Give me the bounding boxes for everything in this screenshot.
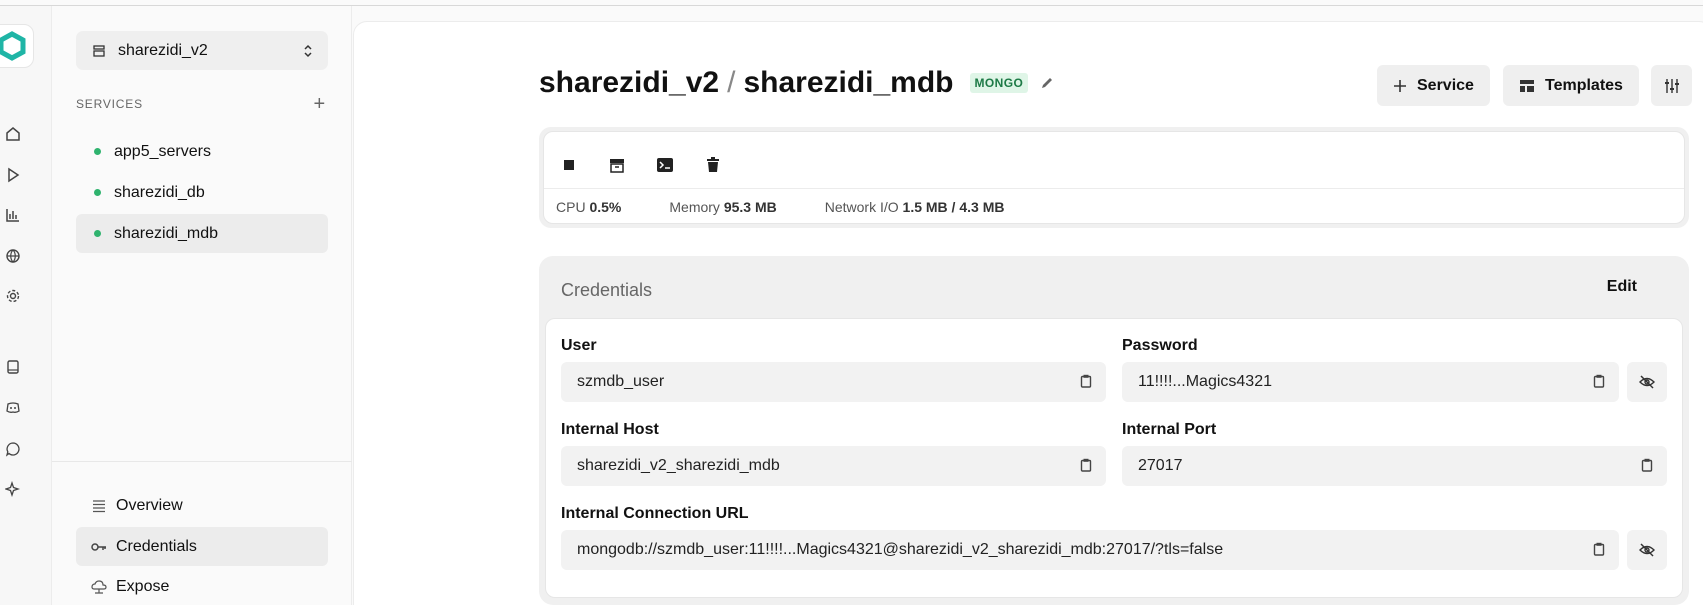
play-icon[interactable] — [2, 164, 24, 186]
sparkle-icon[interactable] — [2, 478, 24, 500]
chat-icon[interactable] — [2, 438, 24, 460]
internal-host-label: Internal Host — [561, 421, 659, 438]
service-type-badge: MONGO — [969, 73, 1029, 93]
discord-icon[interactable] — [2, 397, 24, 419]
nav-item-label: Expose — [116, 577, 170, 595]
nav-item-overview[interactable]: Overview — [76, 486, 328, 525]
services-heading-label: SERVICES — [76, 97, 143, 111]
templates-button[interactable]: Templates — [1503, 65, 1639, 106]
add-service-label: Service — [1417, 76, 1474, 94]
service-item-label: sharezidi_mdb — [114, 224, 219, 242]
breadcrumb-project[interactable]: sharezidi_v2 — [539, 66, 719, 99]
terminal-icon[interactable] — [654, 154, 676, 176]
network-value: 1.5 MB / 4.3 MB — [902, 199, 1005, 215]
toggle-password-visibility-button[interactable] — [1627, 362, 1667, 402]
service-item-sharezidi_mdb[interactable]: sharezidi_mdb — [76, 214, 328, 253]
internal-port-field[interactable]: 27017 — [1122, 446, 1667, 486]
service-item-label: app5_servers — [114, 142, 211, 160]
logo-icon — [0, 31, 26, 61]
eye-off-icon — [1639, 543, 1655, 557]
key-icon — [90, 541, 108, 553]
home-icon[interactable] — [2, 123, 24, 145]
password-value: 11!!!!...Magics4321 — [1138, 373, 1272, 390]
connection-url-value: mongodb://szmdb_user:11!!!!...Magics4321… — [577, 541, 1224, 558]
network-label: Network I/O — [824, 199, 899, 215]
stop-icon[interactable] — [558, 154, 580, 176]
settings-button[interactable] — [1651, 65, 1692, 106]
project-name: sharezidi_v2 — [118, 41, 208, 59]
memory-value: 95.3 MB — [723, 199, 777, 215]
page-title: sharezidi_v2/sharezidi_mdb — [539, 66, 954, 100]
service-item-label: sharezidi_db — [114, 183, 205, 201]
user-field[interactable]: szmdb_user — [561, 362, 1106, 402]
expose-icon — [90, 579, 108, 594]
user-value: szmdb_user — [577, 373, 665, 390]
app-logo[interactable] — [0, 24, 34, 68]
status-card: CPU 0.5% Memory 95.3 MB Network I/O 1.5 … — [539, 127, 1689, 228]
internal-port-label: Internal Port — [1122, 421, 1217, 438]
copy-icon[interactable] — [1080, 374, 1092, 388]
credentials-panel: User szmdb_user Password 11!!!!...Magics… — [545, 318, 1683, 598]
password-field[interactable]: 11!!!!...Magics4321 — [1122, 362, 1619, 402]
password-label: Password — [1122, 337, 1198, 354]
nav-item-label: Overview — [116, 496, 183, 514]
add-service-icon[interactable]: + — [314, 94, 326, 114]
service-item-sharezidi_db[interactable]: sharezidi_db — [76, 173, 328, 212]
sidebar: sharezidi_v2 SERVICES + app5_servers sha… — [52, 6, 352, 605]
service-item-app5_servers[interactable]: app5_servers — [76, 132, 328, 171]
trash-icon[interactable] — [702, 154, 724, 176]
connection-url-label: Internal Connection URL — [561, 505, 749, 522]
connection-url-field[interactable]: mongodb://szmdb_user:11!!!!...Magics4321… — [561, 530, 1619, 570]
user-label: User — [561, 337, 597, 354]
network-metric: Network I/O 1.5 MB / 4.3 MB — [825, 199, 1005, 215]
eye-off-icon — [1639, 375, 1655, 389]
breadcrumb-separator: / — [727, 66, 736, 99]
internal-port-value: 27017 — [1138, 457, 1183, 474]
nav-item-label: Credentials — [116, 537, 197, 555]
page-title-row: sharezidi_v2/sharezidi_mdb MONGO — [539, 66, 1054, 100]
list-icon — [90, 499, 108, 513]
internal-host-value: sharezidi_v2_sharezidi_mdb — [577, 457, 780, 474]
toggle-url-visibility-button[interactable] — [1627, 530, 1667, 570]
sliders-icon — [1664, 78, 1680, 94]
nav-item-credentials[interactable]: Credentials — [76, 527, 328, 566]
chart-icon[interactable] — [2, 204, 24, 226]
project-selector[interactable]: sharezidi_v2 — [76, 31, 328, 70]
nav-item-expose[interactable]: Expose — [76, 567, 328, 605]
copy-icon[interactable] — [1080, 458, 1092, 472]
database-icon — [92, 44, 106, 58]
edit-name-icon[interactable] — [1040, 76, 1054, 90]
status-dot — [94, 189, 101, 196]
sidebar-divider — [52, 461, 352, 462]
memory-metric: Memory 95.3 MB — [669, 199, 776, 215]
copy-icon[interactable] — [1593, 374, 1605, 388]
book-icon[interactable] — [2, 356, 24, 378]
gear-icon[interactable] — [2, 285, 24, 307]
chevron-updown-icon — [302, 44, 314, 58]
breadcrumb-service: sharezidi_mdb — [743, 66, 954, 99]
copy-icon[interactable] — [1641, 458, 1653, 472]
add-service-button[interactable]: Service — [1377, 65, 1490, 106]
icon-rail — [0, 6, 52, 605]
cpu-metric: CPU 0.5% — [556, 199, 621, 215]
templates-label: Templates — [1545, 76, 1623, 94]
globe-icon[interactable] — [2, 245, 24, 267]
plus-icon — [1393, 79, 1407, 93]
status-panel: CPU 0.5% Memory 95.3 MB Network I/O 1.5 … — [543, 131, 1685, 224]
edit-button[interactable]: Edit — [1607, 278, 1637, 296]
status-dot — [94, 230, 101, 237]
credentials-card: Credentials Edit User szmdb_user Passwor… — [539, 256, 1689, 605]
credentials-title: Credentials — [561, 280, 653, 300]
copy-icon[interactable] — [1593, 542, 1605, 556]
cpu-label: CPU — [556, 199, 586, 215]
templates-icon — [1519, 79, 1535, 93]
memory-label: Memory — [669, 199, 720, 215]
services-heading: SERVICES + — [76, 94, 328, 114]
cpu-value: 0.5% — [589, 199, 622, 215]
internal-host-field[interactable]: sharezidi_v2_sharezidi_mdb — [561, 446, 1106, 486]
archive-icon[interactable] — [606, 154, 628, 176]
resource-metrics: CPU 0.5% Memory 95.3 MB Network I/O 1.5 … — [544, 188, 1684, 225]
status-dot — [94, 148, 101, 155]
